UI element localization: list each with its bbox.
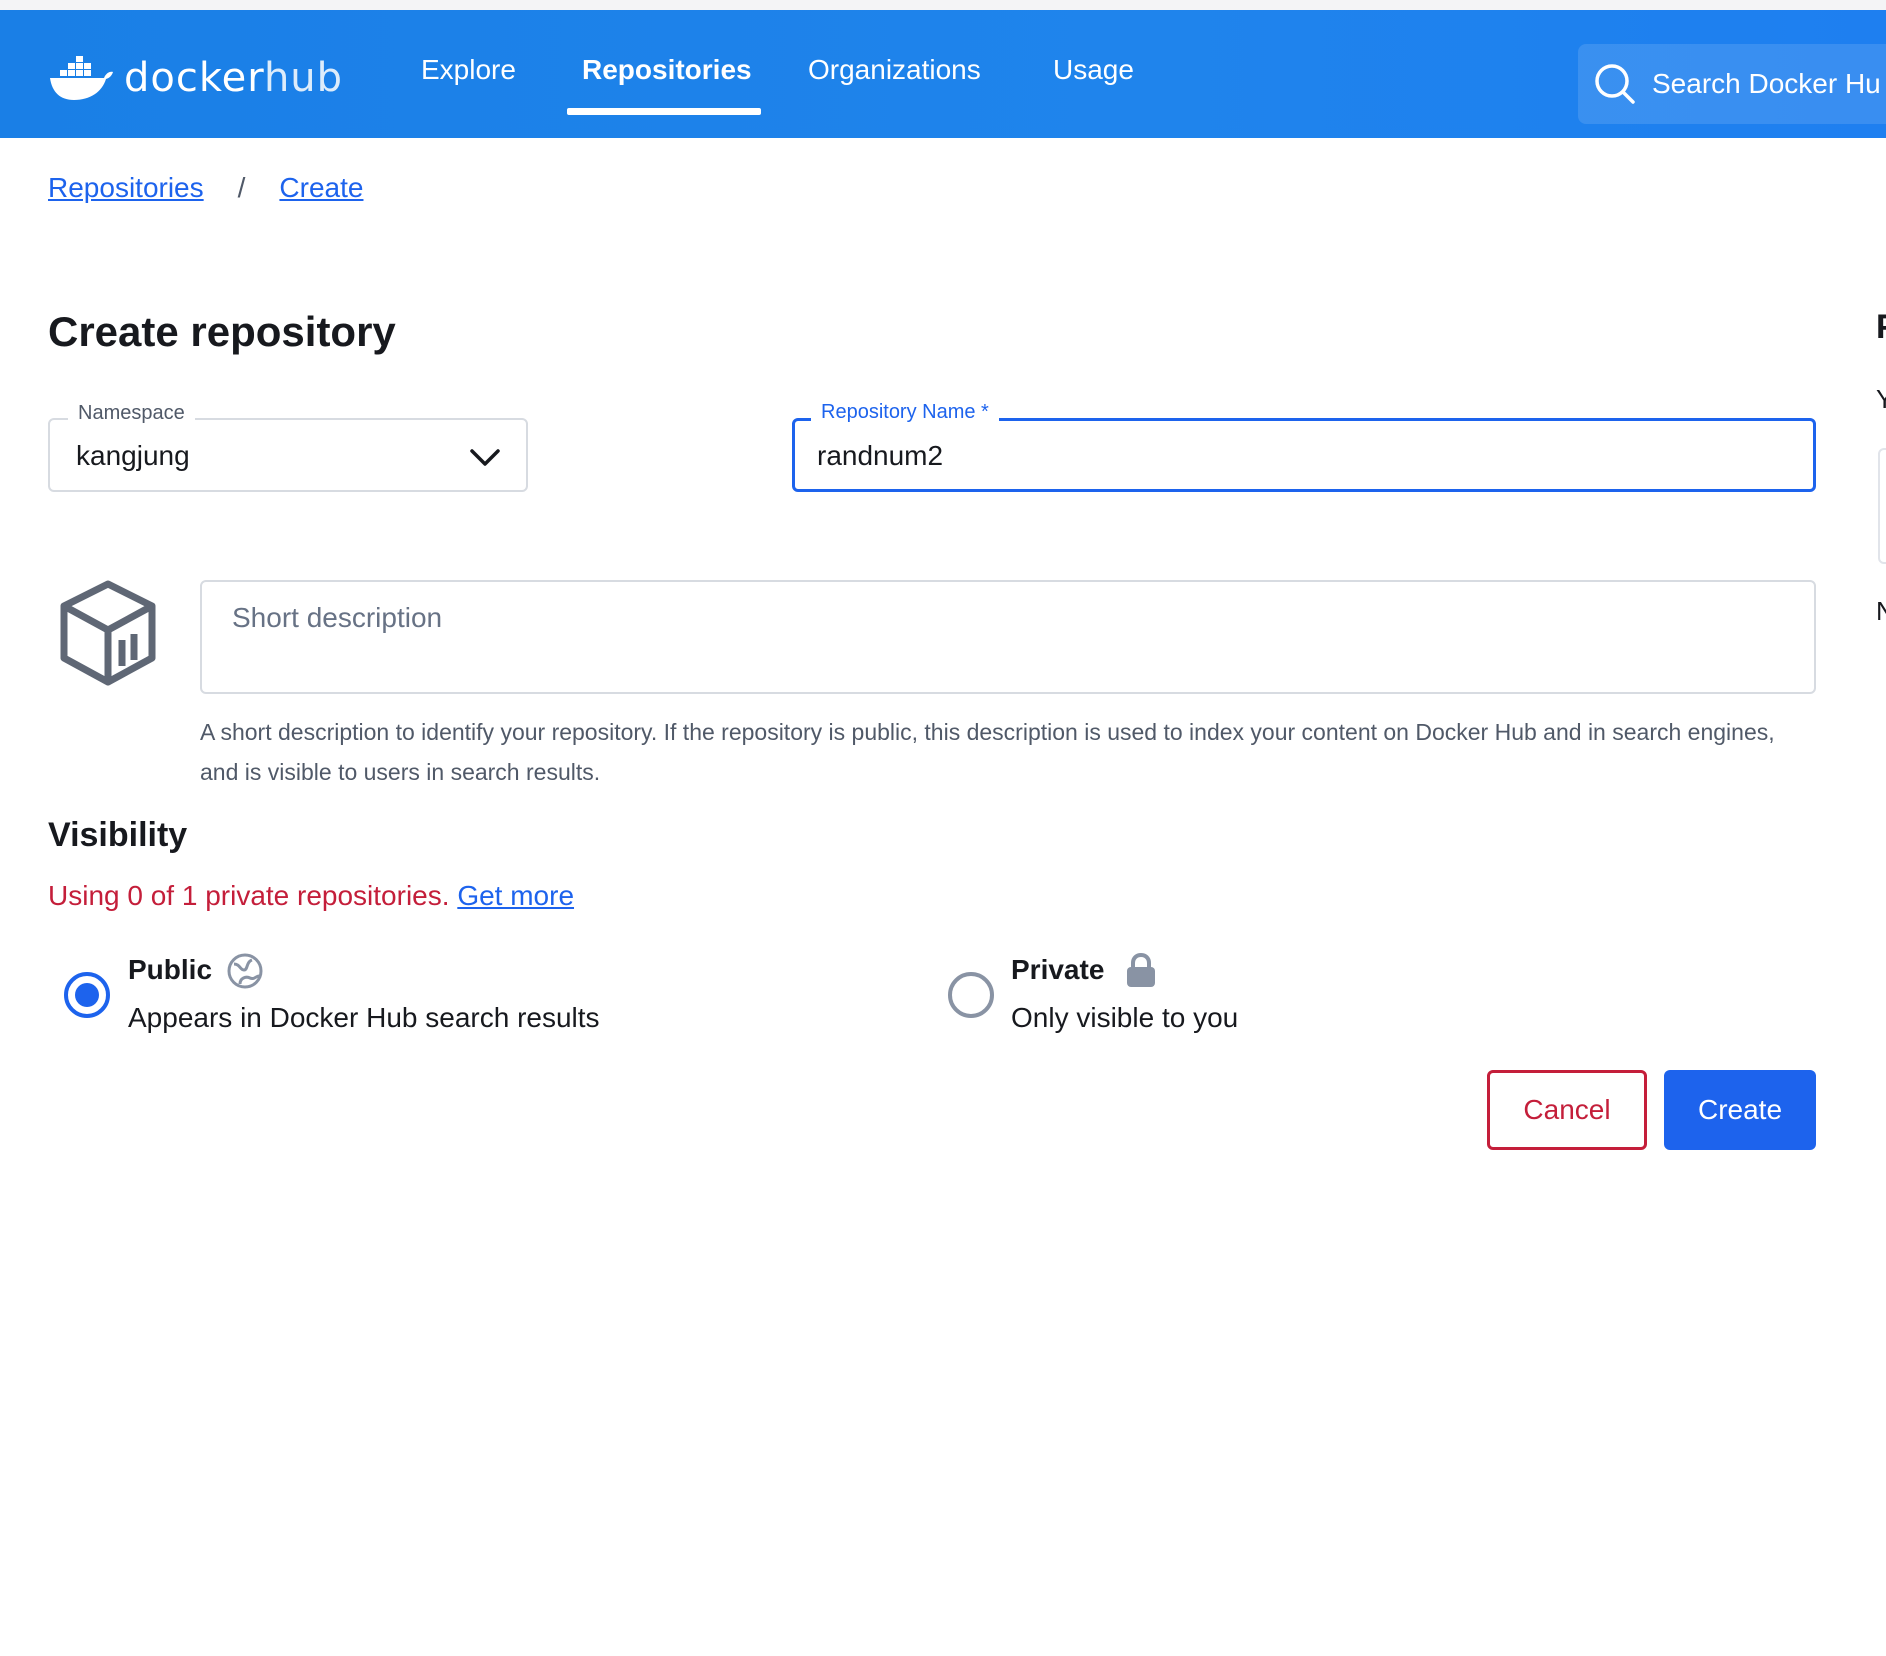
cancel-button[interactable]: Cancel [1487,1070,1647,1150]
docker-whale-icon [50,56,113,100]
public-radio[interactable] [64,972,110,1018]
logo-hub-text: hub [263,55,344,101]
browser-top-strip [0,0,1886,10]
lock-icon [1127,952,1155,987]
visibility-title: Visibility [48,816,188,854]
nav-usage[interactable]: Usage [1053,54,1134,86]
visibility-option-public[interactable]: Public Appears in Docker Hub search resu… [64,950,664,1040]
side-panel-text-clipped: Y [1876,384,1886,414]
repository-cube-icon [60,580,156,686]
private-radio[interactable] [948,972,994,1018]
top-navbar: dockerhub Explore Repositories Organizat… [0,10,1886,138]
breadcrumb: Repositories / Create [48,172,363,204]
description-help-text: A short description to identify your rep… [200,719,1775,785]
breadcrumb-separator: / [237,172,246,203]
search-placeholder: Search Docker Hu [1652,68,1881,99]
side-panel-note-clipped: N [1876,596,1886,626]
logo-text: dockerhub [124,55,343,101]
globe-icon [227,953,263,989]
namespace-value: kangjung [76,440,190,471]
private-repo-usage: Using 0 of 1 private repositories. Get m… [48,880,574,912]
visibility-option-private[interactable]: Private Only visible to you [948,950,1448,1040]
short-description-input[interactable] [232,602,1772,672]
create-button[interactable]: Create [1664,1070,1816,1150]
public-title: Public [128,954,213,985]
search-icon [1595,64,1635,104]
usage-text: Using 0 of 1 private repositories. [48,880,450,911]
get-more-link[interactable]: Get more [457,880,574,911]
public-description: Appears in Docker Hub search results [128,1002,600,1033]
breadcrumb-repositories-link[interactable]: Repositories [48,172,204,204]
namespace-select[interactable]: Namespace kangjung [48,402,528,492]
repository-name-label: Repository Name * [811,401,999,424]
side-panel-heading-clipped: P [1876,308,1886,347]
repository-name-field[interactable]: Repository Name * [792,401,1816,492]
private-description: Only visible to you [1011,1002,1239,1033]
nav-organizations[interactable]: Organizations [808,54,981,86]
search-input[interactable]: Search Docker Hu [1578,44,1886,124]
page-title: Create repository [48,308,396,355]
namespace-label: Namespace [68,402,195,425]
chevron-down-icon [470,449,500,466]
repository-name-input[interactable] [817,435,1717,477]
breadcrumb-create-link[interactable]: Create [279,172,363,204]
private-title: Private [1011,954,1105,985]
logo-docker-text: docker [124,55,264,101]
short-description-field[interactable] [200,580,1816,694]
active-nav-indicator [567,108,761,115]
side-panel-box-clipped [1878,448,1886,564]
docker-hub-logo[interactable]: dockerhub [48,48,343,108]
nav-explore[interactable]: Explore [421,54,516,86]
nav-repositories[interactable]: Repositories [582,54,752,86]
